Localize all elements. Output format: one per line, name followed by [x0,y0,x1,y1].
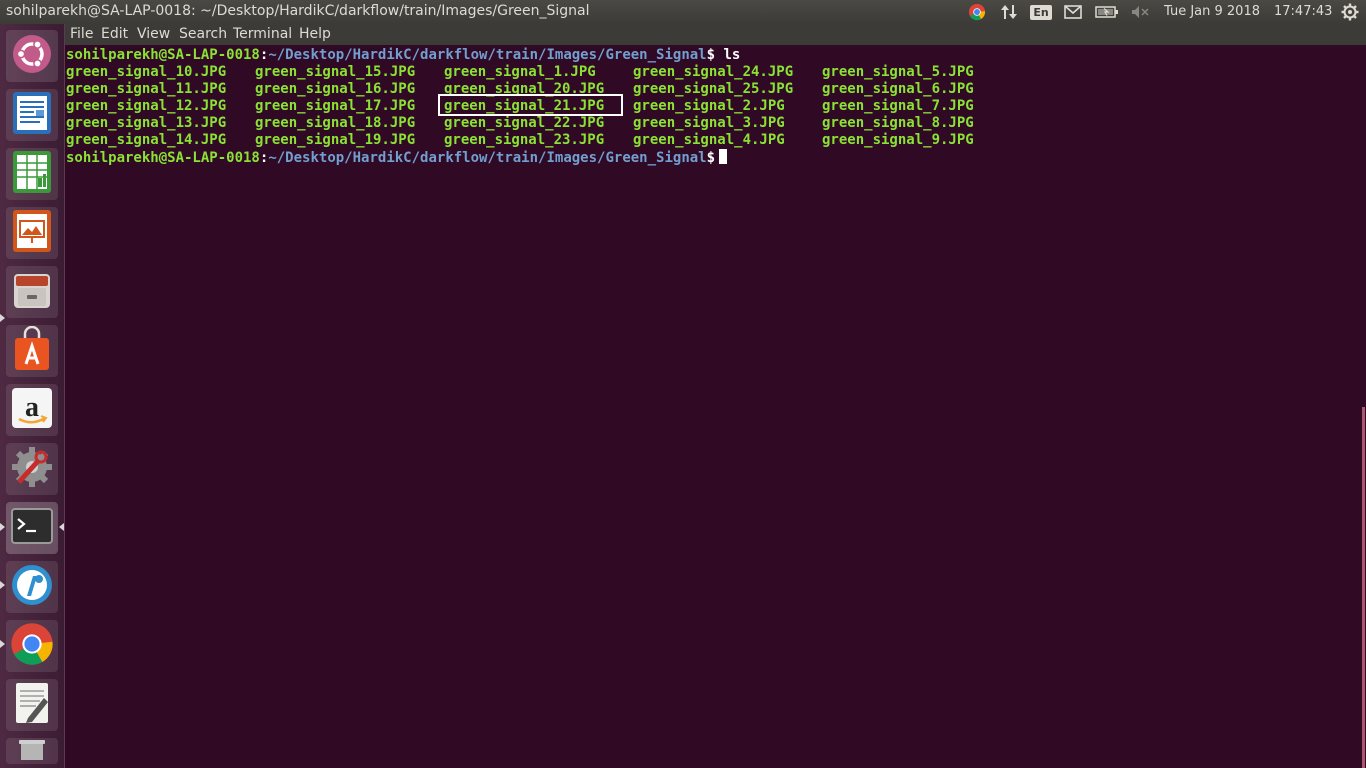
file-entry: green_signal_5.JPG [822,64,974,80]
prompt-dollar: $ [706,150,716,166]
prompt-line: sohilparekh@SA-LAP-0018:~/Desktop/Hardik… [66,149,728,166]
mail-icon[interactable] [1062,2,1084,22]
selection-highlight-box [438,94,623,116]
file-entry: green_signal_3.JPG [633,115,785,131]
keyboard-layout-indicator[interactable]: En [1030,2,1052,22]
menu-search[interactable]: Search [179,26,227,42]
launcher: a [0,24,65,768]
file-entry: green_signal_17.JPG [255,98,416,114]
libreoffice-calc-launcher[interactable] [6,148,58,200]
prompt-path: ~/Desktop/HardikC/darkflow/train/Images/… [268,150,707,166]
top-panel: sohilparekh@SA-LAP-0018: ~/Desktop/Hardi… [0,0,1366,24]
file-entry: green_signal_15.JPG [255,64,416,80]
prompt-line: sohilparekh@SA-LAP-0018:~/Desktop/Hardik… [66,47,740,64]
calc-spreadsheet-icon [10,149,54,199]
battery-icon[interactable] [1094,2,1120,22]
menu-bar: File Edit View Search Terminal Help [65,24,1366,45]
files-launcher[interactable] [6,266,58,318]
volume-muted-icon[interactable] [1129,2,1151,22]
svg-text:a: a [25,392,39,423]
inkscape-launcher[interactable] [6,561,58,613]
wrench-gear-icon [9,444,55,494]
running-indicator [0,523,5,531]
trash-launcher[interactable] [6,738,58,764]
terminal-launcher[interactable] [6,502,58,554]
file-entry: green_signal_22.JPG [444,115,605,131]
menu-file[interactable]: File [70,26,93,42]
inkscape-pen-icon [9,562,55,612]
text-cursor [719,149,728,164]
scrollbar[interactable] [1362,407,1365,768]
menu-terminal[interactable]: Terminal [233,26,292,42]
terminal-output[interactable]: sohilparekh@SA-LAP-0018:~/Desktop/Hardik… [65,45,1366,768]
ubuntu-logo-icon [11,33,53,79]
system-settings-launcher[interactable] [6,443,58,495]
file-entry: green_signal_12.JPG [66,98,227,114]
file-entry: green_signal_24.JPG [633,64,794,80]
window-title: sohilparekh@SA-LAP-0018: ~/Desktop/Hardi… [6,3,590,19]
prompt-user: sohilparekh@SA-LAP-0018 [66,150,260,166]
gear-icon[interactable] [1339,2,1361,22]
file-entry: green_signal_4.JPG [633,132,785,148]
file-entry: green_signal_10.JPG [66,64,227,80]
file-entry: green_signal_8.JPG [822,115,974,131]
file-entry: green_signal_9.JPG [822,132,974,148]
impress-presentation-icon [10,208,54,258]
file-entry: green_signal_6.JPG [822,81,974,97]
trash-icon [15,738,49,764]
ubuntu-software-launcher[interactable] [6,325,58,377]
chrome-launcher[interactable] [6,620,58,672]
prompt-dollar: $ [706,47,716,63]
menu-edit[interactable]: Edit [101,26,128,42]
text-editor-pencil-icon [10,680,54,730]
libreoffice-writer-launcher[interactable] [6,89,58,141]
file-entry: green_signal_23.JPG [444,132,605,148]
text-editor-launcher[interactable] [6,679,58,731]
file-entry: green_signal_14.JPG [66,132,227,148]
menu-help[interactable]: Help [299,26,331,42]
network-transfer-icon[interactable] [998,2,1020,22]
amazon-launcher[interactable]: a [6,384,58,436]
focused-indicator [59,523,64,531]
time-text[interactable]: 17:47:43 [1274,4,1332,19]
file-entry: green_signal_25.JPG [633,81,794,97]
file-entry: green_signal_13.JPG [66,115,227,131]
file-entry: green_signal_2.JPG [633,98,785,114]
writer-document-icon [10,90,54,140]
chrome-icon [9,621,55,671]
menu-view[interactable]: View [137,26,170,42]
file-entry: green_signal_19.JPG [255,132,416,148]
prompt-user: sohilparekh@SA-LAP-0018 [66,47,260,63]
running-indicator [0,640,5,648]
file-entry: green_signal_7.JPG [822,98,974,114]
prompt-path: ~/Desktop/HardikC/darkflow/train/Images/… [268,47,707,63]
date-text[interactable]: Tue Jan 9 2018 [1164,4,1260,19]
file-entry: green_signal_11.JPG [66,81,227,97]
file-entry: green_signal_18.JPG [255,115,416,131]
running-indicator [0,314,5,322]
libreoffice-impress-launcher[interactable] [6,207,58,259]
terminal-icon [10,506,54,550]
running-indicator [0,581,5,589]
file-entry: green_signal_1.JPG [444,64,596,80]
command-text: ls [715,47,741,63]
software-bag-icon [10,325,54,376]
file-entry: green_signal_16.JPG [255,81,416,97]
file-cabinet-icon [10,268,54,316]
amazon-logo-icon: a [10,386,54,434]
chrome-tray-icon[interactable] [966,2,988,22]
ubuntu-dash-button[interactable] [6,30,58,82]
